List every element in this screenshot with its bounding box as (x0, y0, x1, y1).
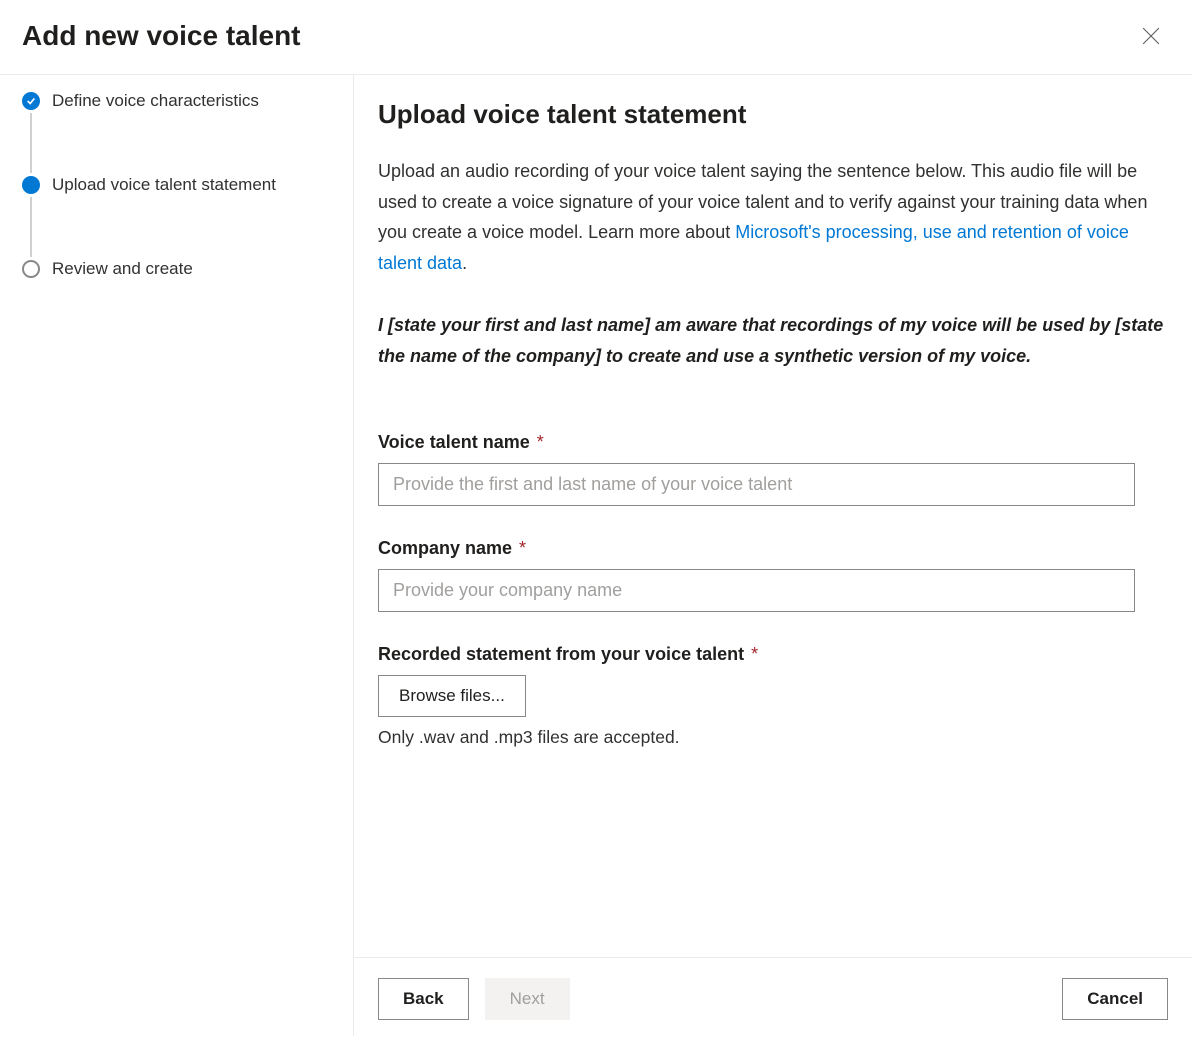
browse-files-button[interactable]: Browse files... (378, 675, 526, 717)
step-label: Review and create (52, 259, 193, 279)
company-name-group: Company name * (378, 538, 1168, 612)
statement-text: I [state your first and last name] am aw… (378, 310, 1168, 371)
required-asterisk: * (746, 644, 758, 664)
required-asterisk: * (514, 538, 526, 558)
close-button[interactable] (1138, 23, 1164, 49)
step-connector (30, 113, 32, 173)
checkmark-icon (22, 92, 40, 110)
cancel-button[interactable]: Cancel (1062, 978, 1168, 1020)
voice-talent-name-label: Voice talent name * (378, 432, 1168, 453)
file-format-hint: Only .wav and .mp3 files are accepted. (378, 727, 1168, 748)
wizard-footer: Back Next Cancel (354, 957, 1192, 1036)
dialog-header: Add new voice talent (0, 0, 1192, 75)
pending-step-icon (22, 260, 40, 278)
required-asterisk: * (532, 432, 544, 452)
recorded-statement-label: Recorded statement from your voice talen… (378, 644, 1168, 665)
step-define-characteristics[interactable]: Define voice characteristics (22, 89, 331, 113)
main-panel: Upload voice talent statement Upload an … (354, 75, 1192, 1036)
company-name-label: Company name * (378, 538, 1168, 559)
dialog-title: Add new voice talent (22, 20, 301, 52)
active-step-icon (22, 176, 40, 194)
section-description: Upload an audio recording of your voice … (378, 156, 1168, 278)
back-button[interactable]: Back (378, 978, 469, 1020)
company-name-input[interactable] (378, 569, 1135, 612)
next-button[interactable]: Next (485, 978, 570, 1020)
step-upload-statement[interactable]: Upload voice talent statement (22, 173, 331, 197)
step-label: Upload voice talent statement (52, 175, 276, 195)
step-label: Define voice characteristics (52, 91, 259, 111)
close-icon (1142, 27, 1160, 45)
voice-talent-name-input[interactable] (378, 463, 1135, 506)
wizard-steps-sidebar: Define voice characteristics Upload voic… (0, 75, 354, 1036)
step-review-create[interactable]: Review and create (22, 257, 331, 281)
voice-talent-name-group: Voice talent name * (378, 432, 1168, 506)
section-title: Upload voice talent statement (378, 99, 1168, 130)
step-connector (30, 197, 32, 257)
recorded-statement-group: Recorded statement from your voice talen… (378, 644, 1168, 748)
